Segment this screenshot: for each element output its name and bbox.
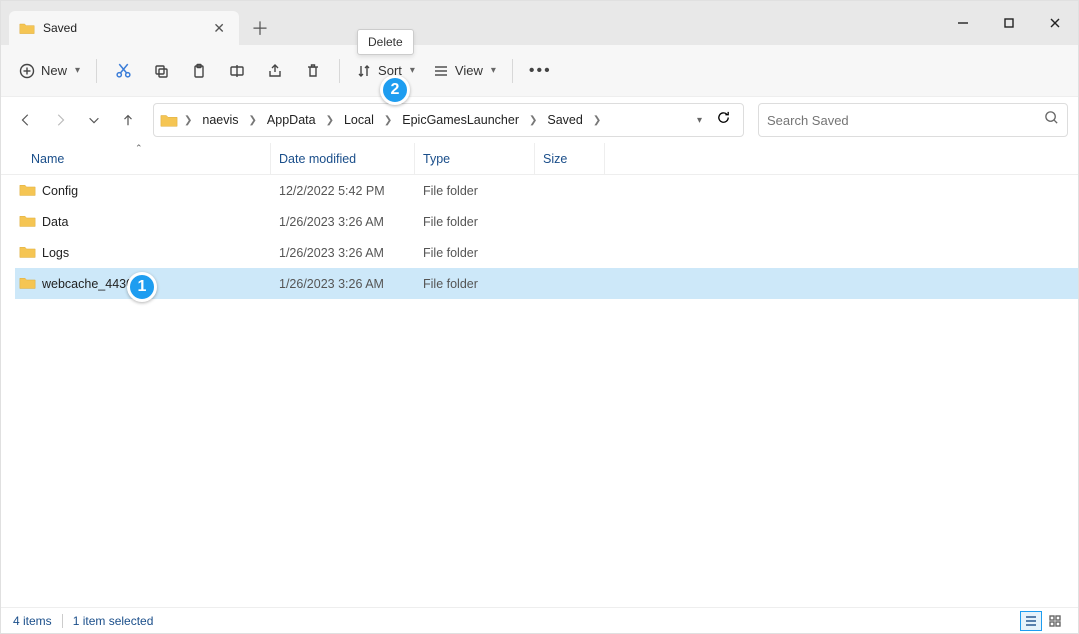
back-button[interactable]: [11, 105, 41, 135]
file-name: webcache_4430: [42, 277, 133, 291]
annotation-badge-2: 2: [380, 75, 410, 105]
divider: [96, 59, 97, 83]
view-toggles: [1020, 611, 1066, 631]
file-date: 12/2/2022 5:42 PM: [271, 184, 415, 198]
rename-button[interactable]: [219, 53, 255, 89]
search-box[interactable]: [758, 103, 1068, 137]
annotation-badge-1: 1: [127, 272, 157, 302]
chevron-right-icon[interactable]: ❯: [382, 115, 394, 126]
share-button[interactable]: [257, 53, 293, 89]
file-type: File folder: [415, 184, 535, 198]
chevron-right-icon[interactable]: ❯: [324, 115, 336, 126]
breadcrumb-segment[interactable]: EpicGamesLauncher: [398, 109, 523, 131]
delete-tooltip: Delete: [357, 29, 414, 55]
file-date: 1/26/2023 3:26 AM: [271, 246, 415, 260]
cut-button[interactable]: [105, 53, 141, 89]
file-name: Logs: [42, 246, 69, 260]
breadcrumb-segment[interactable]: AppData: [263, 109, 320, 131]
chevron-down-icon: ▾: [491, 65, 496, 76]
chevron-down-icon: ▾: [75, 65, 80, 76]
search-icon[interactable]: [1044, 110, 1059, 130]
forward-button[interactable]: [45, 105, 75, 135]
divider: [339, 59, 340, 83]
sort-indicator-icon: ⌃: [135, 143, 143, 154]
file-row[interactable]: Logs 1/26/2023 3:26 AM File folder: [15, 237, 1078, 268]
new-button[interactable]: New ▾: [11, 53, 88, 89]
minimize-button[interactable]: [940, 1, 986, 45]
file-row-selected[interactable]: webcache_4430 1/26/2023 3:26 AM File fol…: [15, 268, 1078, 299]
file-date: 1/26/2023 3:26 AM: [271, 277, 415, 291]
divider: [512, 59, 513, 83]
navbar: ❯ naevis ❯ AppData ❯ Local ❯ EpicGamesLa…: [1, 97, 1078, 143]
column-name[interactable]: Name: [15, 143, 271, 174]
recent-button[interactable]: [79, 105, 109, 135]
file-row[interactable]: Config 12/2/2022 5:42 PM File folder: [15, 175, 1078, 206]
chevron-right-icon[interactable]: ❯: [591, 115, 603, 126]
new-tab-button[interactable]: ＋: [243, 11, 277, 45]
divider: [62, 614, 63, 628]
tabs-area: Saved ✕ ＋: [1, 1, 940, 45]
file-list: Config 12/2/2022 5:42 PM File folder Dat…: [1, 175, 1078, 299]
selection-count: 1 item selected: [73, 614, 154, 628]
up-button[interactable]: [113, 105, 143, 135]
details-view-button[interactable]: [1020, 611, 1042, 631]
window-controls: [940, 1, 1078, 45]
active-tab[interactable]: Saved ✕: [9, 11, 239, 45]
copy-button[interactable]: [143, 53, 179, 89]
dropdown-icon[interactable]: ▾: [697, 115, 702, 126]
folder-icon: [19, 244, 36, 262]
folder-icon: [19, 21, 35, 35]
column-headers: ⌃ Name Date modified Type Size: [1, 143, 1078, 175]
file-date: 1/26/2023 3:26 AM: [271, 215, 415, 229]
tab-title: Saved: [43, 21, 201, 35]
folder-icon: [19, 275, 36, 293]
maximize-button[interactable]: [986, 1, 1032, 45]
folder-icon: [160, 112, 178, 128]
file-type: File folder: [415, 277, 535, 291]
paste-button[interactable]: [181, 53, 217, 89]
breadcrumb-segment[interactable]: Saved: [543, 109, 586, 131]
close-window-button[interactable]: [1032, 1, 1078, 45]
column-type[interactable]: Type: [415, 143, 535, 174]
folder-icon: [19, 182, 36, 200]
address-bar[interactable]: ❯ naevis ❯ AppData ❯ Local ❯ EpicGamesLa…: [153, 103, 744, 137]
column-date[interactable]: Date modified: [271, 143, 415, 174]
file-type: File folder: [415, 215, 535, 229]
titlebar: Saved ✕ ＋: [1, 1, 1078, 45]
breadcrumb-segment[interactable]: Local: [340, 109, 378, 131]
file-name: Data: [42, 215, 68, 229]
file-type: File folder: [415, 246, 535, 260]
folder-icon: [19, 213, 36, 231]
chevron-right-icon[interactable]: ❯: [247, 115, 259, 126]
view-label: View: [455, 63, 483, 78]
search-input[interactable]: [767, 113, 1044, 128]
delete-button[interactable]: [295, 53, 331, 89]
address-actions: ▾: [697, 110, 737, 130]
status-bar: 4 items 1 item selected: [1, 607, 1078, 633]
new-label: New: [41, 63, 67, 78]
file-row[interactable]: Data 1/26/2023 3:26 AM File folder: [15, 206, 1078, 237]
close-tab-button[interactable]: ✕: [209, 18, 229, 39]
toolbar: New ▾ Sort ▾ View ▾ ••• Delete: [1, 45, 1078, 97]
view-button[interactable]: View ▾: [425, 53, 504, 89]
chevron-right-icon[interactable]: ❯: [527, 115, 539, 126]
chevron-right-icon[interactable]: ❯: [182, 115, 194, 126]
chevron-down-icon: ▾: [410, 65, 415, 76]
file-name: Config: [42, 184, 78, 198]
column-size[interactable]: Size: [535, 143, 605, 174]
more-button[interactable]: •••: [521, 53, 560, 89]
breadcrumb-segment[interactable]: naevis: [198, 109, 242, 131]
thumbnails-view-button[interactable]: [1044, 611, 1066, 631]
item-count: 4 items: [13, 614, 52, 628]
refresh-button[interactable]: [716, 110, 731, 130]
